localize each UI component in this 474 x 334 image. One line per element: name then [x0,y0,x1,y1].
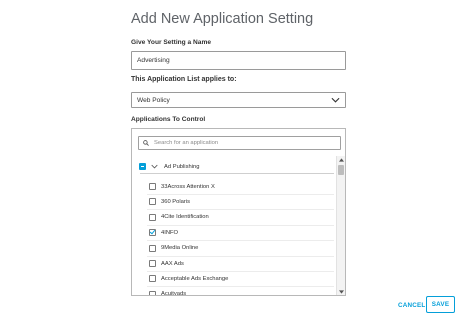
item-label: Acuityads [161,291,187,296]
group-checkbox[interactable] [139,163,146,170]
item-label: Acceptable Ads Exchange [161,275,229,282]
arrow-down-icon[interactable] [339,290,344,294]
item-checkbox[interactable] [149,275,156,283]
list-item[interactable]: 33Across Attention X [149,180,215,193]
add-application-setting-dialog: Add New Application Setting Give Your Se… [0,0,474,334]
item-label: 33Across Attention X [161,183,215,190]
application-list: Ad Publishing 33Across Attention X 360 Po… [132,156,345,296]
item-checkbox[interactable] [149,244,156,252]
applies-to-select[interactable]: Web Policy [131,92,346,108]
list-item[interactable]: Acceptable Ads Exchange [149,272,228,285]
application-search-input[interactable] [154,140,334,146]
chevron-down-icon [331,97,340,103]
list-item[interactable]: 360 Polaris [149,195,190,208]
list-item[interactable]: 9Media Online [149,242,198,255]
item-label: AAX Ads [161,260,184,267]
search-icon [143,140,149,146]
group-label: Ad Publishing [164,163,200,170]
group-row-ad-publishing[interactable]: Ad Publishing [139,160,199,173]
item-checkbox[interactable] [149,213,156,221]
dialog-title: Add New Application Setting [131,11,314,27]
application-search-box[interactable] [138,136,341,150]
applications-to-control-label: Applications To Control [131,116,206,123]
item-checkbox[interactable] [149,183,156,190]
arrow-up-icon[interactable] [339,158,344,162]
list-item[interactable]: 4Cite Identification [149,211,209,224]
group-divider [140,173,334,174]
setting-name-input[interactable] [131,51,346,70]
item-checkbox[interactable] [149,290,156,295]
setting-name-label: Give Your Setting a Name [131,39,212,46]
item-label: 9Media Online [161,245,199,252]
item-checkbox[interactable] [149,260,156,267]
list-item[interactable]: Acuityads [149,288,187,296]
applies-to-label: This Application List applies to: [131,76,237,83]
applications-panel: Ad Publishing 33Across Attention X 360 Po… [131,128,346,296]
save-button[interactable]: SAVE [426,296,455,313]
scrollbar-thumb[interactable] [338,165,344,175]
cancel-button[interactable]: CANCEL [398,302,425,309]
item-label: 4INFO [161,229,179,236]
item-checkbox[interactable] [149,198,156,206]
list-item[interactable]: 4INFO [149,226,178,239]
applies-to-selected-value: Web Policy [137,96,170,104]
list-item[interactable]: AAX Ads [149,257,184,270]
chevron-down-icon[interactable] [151,164,158,169]
item-label: 360 Polaris [161,198,191,205]
item-checkbox[interactable] [149,229,156,237]
item-label: 4Cite Identification [161,214,209,221]
list-scrollbar[interactable] [336,156,345,295]
